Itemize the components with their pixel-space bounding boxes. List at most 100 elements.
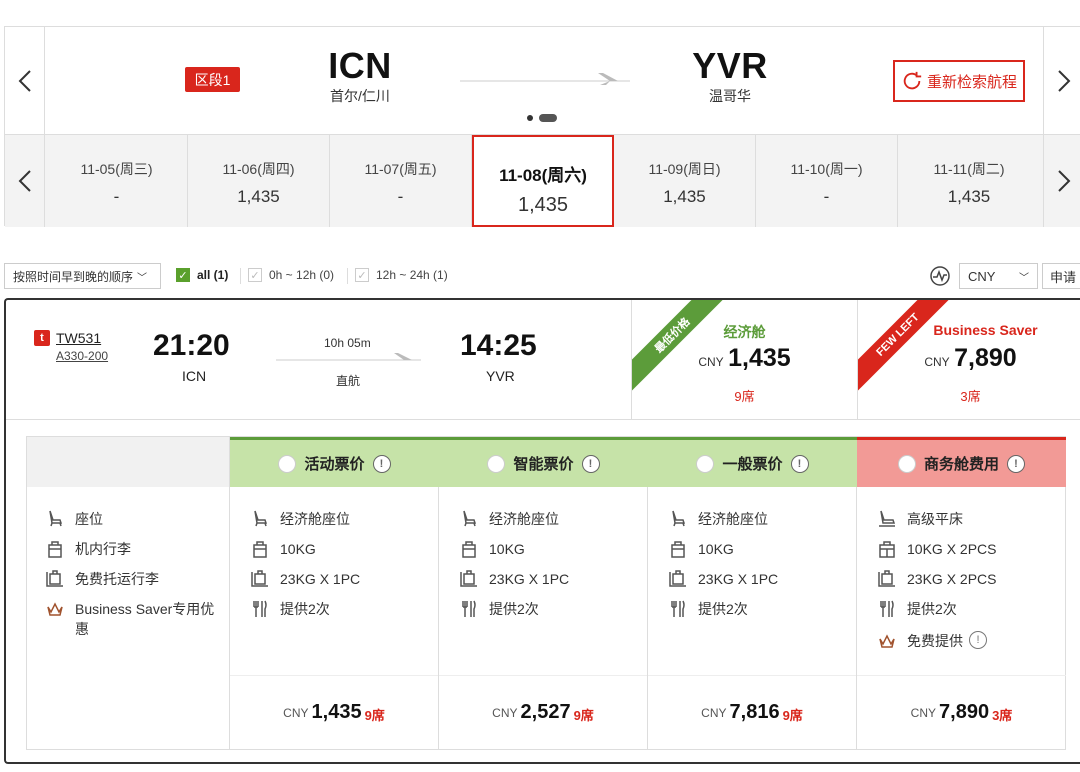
fare-header-business[interactable]: 商务舱费用 ! (857, 437, 1066, 487)
route-panel: 区段1 ICN 首尔/仁川 YVR 温哥华 重新检索航程 11-05(周三) -… (4, 26, 1080, 227)
business-cabin-option[interactable]: FEW LEFT Business Saver CNY 7,890 3席 (857, 300, 1080, 420)
fare-name: 活动票价 (304, 456, 365, 473)
research-label: 重新检索航程 (926, 73, 1017, 91)
fare-price: CNY 1,435 9席 (230, 675, 438, 749)
date-cell[interactable]: 11-06(周四) 1,435 (188, 135, 330, 227)
filter-all-label: all (1) (197, 268, 229, 282)
date-cell-selected[interactable]: 11-08(周六) 1,435 (472, 135, 614, 227)
carry-on-bag-icon (671, 541, 685, 558)
seats-left: 9席 (734, 389, 755, 404)
fare-column-smart: 经济舱座位 10KG 23KG X 1PC 提供2次 CNY 2,527 9席 (439, 487, 648, 749)
fare-header-promo[interactable]: 活动票价 ! (230, 437, 439, 487)
price-trend-icon[interactable] (929, 265, 951, 287)
fare-price: CNY 7,816 9席 (648, 675, 856, 749)
check-icon: ✓ (176, 268, 190, 282)
date-cell[interactable]: 11-07(周五) - (330, 135, 472, 227)
economy-cabin-option[interactable]: 最低价格 经济舱 CNY 1,435 9席 (631, 300, 857, 420)
chevron-down-icon: ﹀ (1019, 272, 1029, 284)
info-icon[interactable]: ! (969, 631, 987, 649)
carry-on-bag-icon (462, 541, 476, 558)
departure-time: 21:20 (153, 329, 230, 362)
price-amount: 1,435 (728, 344, 791, 372)
feature-seat: 经济舱座位 (459, 509, 559, 529)
checked-bag-icon (251, 570, 268, 587)
pagination-dot-active[interactable] (539, 114, 557, 122)
feature-flat-bed: 高级平床 (877, 509, 963, 529)
filter-all-checkbox[interactable]: ✓ all (1) (176, 268, 228, 282)
cabin-name: 经济舱 (723, 324, 766, 340)
currency: CNY (924, 355, 950, 369)
fare-radio[interactable] (487, 454, 506, 473)
flight-plane-icon (276, 353, 421, 361)
feature-business-saver: 免费提供 ! (877, 631, 987, 651)
research-button[interactable]: 重新检索航程 (893, 60, 1025, 102)
feature-meal: 提供2次 (668, 599, 748, 619)
sort-dropdown[interactable]: 按照时间早到晚的顺序 ﹀ (4, 263, 161, 289)
prev-segment-button[interactable] (5, 27, 45, 135)
date-label: 11-05(周三) (80, 161, 153, 177)
fare-column-normal: 经济舱座位 10KG 23KG X 1PC 提供2次 CNY 7,816 9席 (648, 487, 857, 749)
date-cell[interactable]: 11-11(周二) 1,435 (898, 135, 1040, 227)
flight-card: t TW531 A330-200 21:20 ICN 10h 05m 直航 14… (4, 298, 1080, 764)
filter-bar: 按照时间早到晚的顺序 ﹀ ✓ all (1) ✓ 0h ~ 12h (0) ✓ … (4, 263, 1080, 291)
filter-range1-label: 0h ~ 12h (0) (269, 268, 335, 282)
row-label-carry-on: 机内行李 (45, 539, 131, 559)
flight-number-link[interactable]: TW531 (56, 330, 101, 346)
next-dates-button[interactable] (1043, 135, 1080, 227)
arrival-airport: YVR (486, 368, 515, 384)
row-label-seat: 座位 (45, 509, 103, 529)
feature-checked-bag: 23KG X 2PCS (877, 569, 997, 589)
crown-icon (879, 634, 895, 648)
feature-carry-on: 10KG (250, 539, 316, 559)
prev-dates-button[interactable] (5, 135, 45, 227)
feature-seat: 经济舱座位 (668, 509, 768, 529)
feature-checked-bag: 23KG X 1PC (250, 569, 360, 589)
date-cell[interactable]: 11-09(周日) 1,435 (614, 135, 756, 227)
fare-column-business: 高级平床 10KG X 2PCS 23KG X 2PCS 提供2次 免费提供 !… (857, 487, 1066, 749)
fare-radio[interactable] (696, 454, 715, 473)
flat-bed-seat-icon (879, 510, 896, 527)
date-cell[interactable]: 11-05(周三) - (46, 135, 188, 227)
carry-on-bag-icon (879, 541, 895, 558)
origin-code: ICN (328, 45, 392, 86)
check-icon: ✓ (355, 268, 369, 282)
filter-range2-label: 12h ~ 24h (1) (376, 268, 448, 282)
feature-carry-on: 10KG X 2PCS (877, 539, 997, 559)
feature-checked-bag: 23KG X 1PC (668, 569, 778, 589)
segment-pagination[interactable] (527, 114, 557, 122)
fare-radio[interactable] (278, 454, 297, 473)
info-icon[interactable]: ! (372, 454, 391, 473)
aircraft-type[interactable]: A330-200 (56, 349, 108, 363)
seat-icon (254, 510, 268, 527)
fare-header-normal[interactable]: 一般票价 ! (648, 437, 857, 487)
info-icon[interactable]: ! (581, 454, 600, 473)
chevron-left-icon (18, 170, 31, 192)
route-header: 区段1 ICN 首尔/仁川 YVR 温哥华 重新检索航程 (5, 27, 1080, 135)
date-price: 1,435 (947, 187, 991, 206)
date-price: - (113, 187, 120, 206)
destination-airport: YVR 温哥华 (675, 47, 785, 106)
row-label-checked-bag: 免费托运行李 (45, 569, 159, 589)
info-icon[interactable]: ! (1007, 454, 1025, 473)
fare-name: 一般票价 (722, 456, 783, 473)
filter-range1-checkbox[interactable]: ✓ 0h ~ 12h (0) (248, 268, 334, 282)
fare-comparison-table: 活动票价 ! 智能票价 ! 一般票价 ! 商务舱费用 ! 座位 机内行李 免费托… (26, 436, 1066, 750)
pagination-dot[interactable] (527, 115, 533, 121)
sort-label: 按照时间早到晚的顺序 (13, 269, 134, 284)
date-price: - (397, 187, 404, 206)
date-price: - (823, 187, 830, 206)
next-segment-button[interactable] (1043, 27, 1080, 135)
seat-icon (672, 510, 686, 527)
info-icon[interactable]: ! (790, 454, 809, 473)
fare-radio[interactable] (897, 454, 916, 473)
filter-range2-checkbox[interactable]: ✓ 12h ~ 24h (1) (355, 268, 448, 282)
row-label-business-saver: Business Saver专用优惠 (45, 599, 215, 639)
date-label: 11-09(周日) (648, 161, 721, 177)
fare-header-smart[interactable]: 智能票价 ! (439, 437, 648, 487)
apply-button[interactable]: 申请 (1042, 263, 1080, 289)
date-cell[interactable]: 11-10(周一) - (756, 135, 898, 227)
price-amount: 7,890 (954, 344, 1017, 372)
origin-city: 首尔/仁川 (330, 88, 390, 104)
cutlery-icon (880, 600, 894, 617)
currency-dropdown[interactable]: CNY ﹀ (959, 263, 1038, 289)
